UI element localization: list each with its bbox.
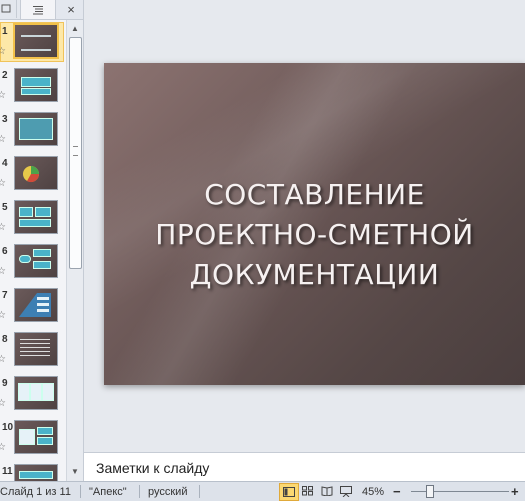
slide-thumbnail-row[interactable]: 11☆ [0,462,66,481]
scroll-grip [73,146,78,156]
transition-star-icon: ☆ [0,442,6,453]
slide-number: 10 [2,422,14,433]
zoom-slider-thumb[interactable] [426,485,434,498]
reading-view-icon [321,486,333,496]
zoom-level[interactable]: 45% [362,482,384,501]
transition-star-icon: ☆ [0,134,6,145]
reading-view-button[interactable] [318,483,336,499]
slide-editing-area: СОСТАВЛЕНИЕ ПРОЕКТНО-СМЕТНОЙ ДОКУМЕНТАЦИ… [84,0,525,452]
slide-counter: Слайд 1 из 11 [0,485,71,498]
transition-star-icon: ☆ [0,90,6,101]
slide-thumbnail-row[interactable]: 2☆ [0,66,66,110]
thumbnail-scrollbar[interactable]: ▲ ▼ [66,20,83,481]
transition-star-icon: ☆ [0,178,6,189]
thumbnail-list: 1☆2☆3☆4☆5☆6☆7☆8☆9☆10☆11☆ [0,20,66,481]
slide-number: 11 [2,466,13,477]
slideshow-button[interactable] [337,483,355,499]
slide-number: 9 [2,378,8,389]
transition-star-icon: ☆ [0,398,6,409]
slide-thumbnail[interactable] [14,68,58,102]
pane-tabs: × [0,0,83,20]
slide-sorter-button[interactable] [299,483,317,499]
slides-pane: × 1☆2☆3☆4☆5☆6☆7☆8☆9☆10☆11☆ ▲ ▼ [0,0,84,481]
slide-thumbnail-row[interactable]: 4☆ [0,154,66,198]
slide-thumbnail-row[interactable]: 7☆ [0,286,66,330]
normal-view-icon [283,487,295,497]
slide-number: 8 [2,334,8,345]
slideshow-icon [340,485,352,497]
transition-star-icon: ☆ [0,354,6,365]
tab-outline[interactable] [20,0,56,19]
slide-number: 7 [2,290,8,301]
slide-thumbnail-row[interactable]: 9☆ [0,374,66,418]
slide-thumbnail-row[interactable]: 6☆ [0,242,66,286]
status-divider [80,485,81,498]
zoom-in-button[interactable]: + [511,482,519,501]
slide-thumbnail-row[interactable]: 5☆ [0,198,66,242]
transition-star-icon: ☆ [0,310,6,321]
slide-number: 6 [2,246,8,257]
outline-icon [33,5,43,14]
language-indicator[interactable]: русский [148,482,187,501]
slide-thumbnail-row[interactable]: 10 ☆ [0,418,66,462]
slide-thumbnail[interactable] [14,376,58,410]
scroll-up-icon[interactable]: ▲ [67,20,83,36]
slide-thumbnail[interactable] [14,244,58,278]
transition-star-icon: ☆ [0,266,6,277]
scroll-down-icon[interactable]: ▼ [67,463,83,479]
current-slide[interactable]: СОСТАВЛЕНИЕ ПРОЕКТНО-СМЕТНОЙ ДОКУМЕНТАЦИ… [104,63,525,385]
slide-thumbnail-row[interactable]: 1☆ [0,22,66,66]
transition-star-icon: ☆ [0,222,6,233]
tab-slides[interactable] [0,0,17,18]
slide-sorter-icon [302,486,313,496]
slide-thumbnail[interactable] [14,464,58,481]
slide-thumbnail[interactable] [14,112,58,146]
slides-icon [1,4,11,13]
slide-thumbnail[interactable] [14,200,58,234]
slide-number: 2 [2,70,8,81]
theme-name[interactable]: "Апекс" [89,482,127,501]
notes-pane[interactable]: Заметки к слайду [84,452,525,482]
slide-number: 5 [2,202,8,213]
slide-thumbnail[interactable] [14,156,58,190]
slide-title[interactable]: СОСТАВЛЕНИЕ ПРОЕКТНО-СМЕТНОЙ ДОКУМЕНТАЦИ… [104,175,525,295]
status-divider [199,485,200,498]
status-divider [139,485,140,498]
normal-view-button[interactable] [279,483,299,501]
slide-number: 1 [2,26,8,37]
slide-thumbnail[interactable] [14,288,58,322]
slide-number: 3 [2,114,8,125]
zoom-out-button[interactable]: − [393,482,401,501]
close-icon[interactable]: × [62,0,80,18]
slide-thumbnail-row[interactable]: 8☆ [0,330,66,374]
slide-number: 4 [2,158,8,169]
scroll-thumb[interactable] [69,37,82,269]
transition-star-icon: ☆ [0,46,6,57]
slide-thumbnail[interactable] [14,332,58,366]
slide-thumbnail-row[interactable]: 3☆ [0,110,66,154]
slide-thumbnail[interactable] [14,420,58,454]
notes-placeholder[interactable]: Заметки к слайду [96,460,209,476]
status-bar: Слайд 1 из 11 "Апекс" русский 45% − + [0,481,525,501]
slide-thumbnail[interactable] [13,23,59,59]
